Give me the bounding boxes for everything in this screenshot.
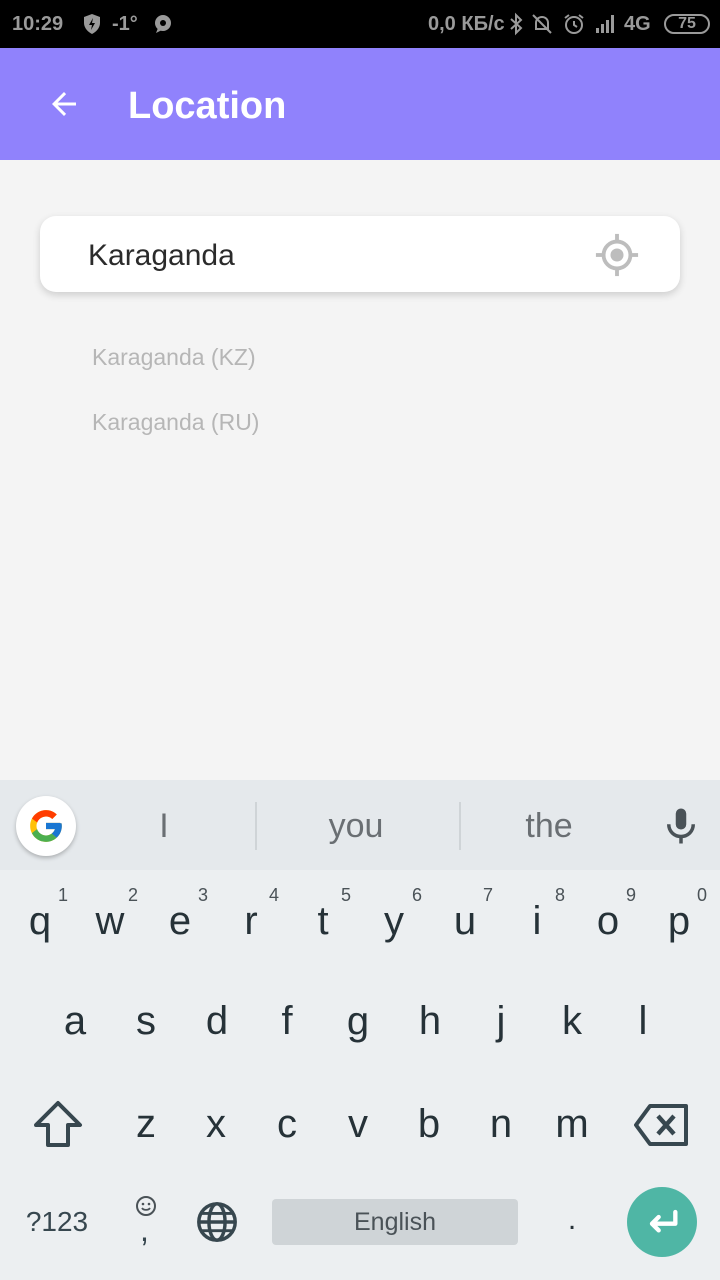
key-a[interactable]: a [45,981,105,1061]
key-x[interactable]: x [186,1084,246,1164]
key-e[interactable]: e3 [150,881,210,961]
period-key[interactable]: . [542,1190,602,1270]
key-l[interactable]: l [613,981,673,1061]
battery-icon: 75 [664,14,710,34]
key-y[interactable]: y6 [364,881,424,961]
status-bar: 10:29 -1° 0,0 КБ/с 4G 75 [0,0,720,48]
key-w[interactable]: w2 [80,881,140,961]
bolt-shield-icon [84,14,100,34]
key-q[interactable]: q1 [10,881,70,961]
key-h[interactable]: h [400,981,460,1061]
key-label: p [667,899,691,943]
key-v[interactable]: v [328,1084,388,1164]
key-label: i [532,899,542,943]
status-network: 4G [624,13,651,35]
key-j[interactable]: j [471,981,531,1061]
back-button[interactable] [32,72,96,136]
key-u[interactable]: u7 [435,881,495,961]
keyboard-suggestion-bar: I you the [0,780,720,870]
location-search-field[interactable]: Karaganda [40,216,680,292]
key-k[interactable]: k [542,981,602,1061]
key-c[interactable]: c [257,1084,317,1164]
key-number-hint: 8 [554,885,565,905]
word-suggestion[interactable]: I [159,806,168,846]
key-n[interactable]: n [471,1084,531,1164]
status-temperature: -1° [112,13,138,35]
key-number-hint: 0 [696,885,707,905]
word-suggestion[interactable]: the [525,806,572,846]
backspace-key[interactable] [634,1102,690,1148]
status-time: 10:29 [12,13,64,35]
key-label: o [596,899,620,943]
comma-label: , [140,1212,149,1248]
key-p[interactable]: p0 [649,881,709,961]
shift-arrow-icon [34,1101,82,1147]
suggestion-divider [459,802,461,850]
key-number-hint: 4 [268,885,279,905]
key-t[interactable]: t5 [293,881,353,961]
enter-key[interactable] [627,1187,697,1257]
key-i[interactable]: i8 [507,881,567,961]
alarm-off-icon [532,14,552,34]
globe-icon [197,1202,237,1242]
key-number-hint: 5 [340,885,351,905]
app-bar: Location [0,48,720,160]
key-number-hint: 1 [57,885,68,905]
key-m[interactable]: m [542,1084,602,1164]
search-input[interactable]: Karaganda [88,238,235,274]
key-number-hint: 9 [625,885,636,905]
key-label: q [28,899,52,943]
key-label: e [168,899,192,943]
locate-button[interactable] [594,232,640,278]
key-number-hint: 2 [127,885,138,905]
location-suggestion[interactable]: Karaganda (RU) [92,408,259,436]
key-label: r [244,899,258,943]
key-o[interactable]: o9 [578,881,638,961]
battery-level: 75 [678,15,696,32]
arrow-back-icon [52,92,76,116]
key-number-hint: 7 [482,885,493,905]
key-label: t [317,899,329,943]
gps-locate-icon [595,233,639,277]
backspace-icon [634,1104,688,1146]
key-label: y [384,899,404,943]
emoji-comma-key[interactable]: , [126,1192,166,1248]
key-label: u [453,899,477,943]
key-number-hint: 3 [197,885,208,905]
key-z[interactable]: z [116,1084,176,1164]
suggestion-divider [255,802,257,850]
language-key[interactable] [194,1199,240,1245]
voice-input-button[interactable] [660,804,702,848]
chat-bubble-icon [155,15,171,33]
alarm-icon [564,14,584,34]
key-s[interactable]: s [116,981,176,1061]
key-number-hint: 6 [411,885,422,905]
google-g-icon [30,810,62,842]
key-g[interactable]: g [328,981,388,1061]
shift-key[interactable] [30,1099,86,1149]
signal-icon [596,15,614,33]
space-key[interactable]: English [272,1199,518,1245]
key-f[interactable]: f [257,981,317,1061]
location-suggestion[interactable]: Karaganda (KZ) [92,343,256,371]
key-b[interactable]: b [399,1084,459,1164]
key-label: w [95,899,125,943]
enter-arrow-icon [649,1209,678,1233]
google-button[interactable] [16,796,76,856]
key-r[interactable]: r4 [221,881,281,961]
word-suggestion[interactable]: you [329,806,384,846]
symbols-key[interactable]: ?123 [17,1182,97,1262]
bluetooth-icon [510,12,523,36]
status-net-speed: 0,0 КБ/с [428,13,505,35]
key-d[interactable]: d [187,981,247,1061]
page-title: Location [128,85,287,127]
mic-icon [667,808,695,844]
